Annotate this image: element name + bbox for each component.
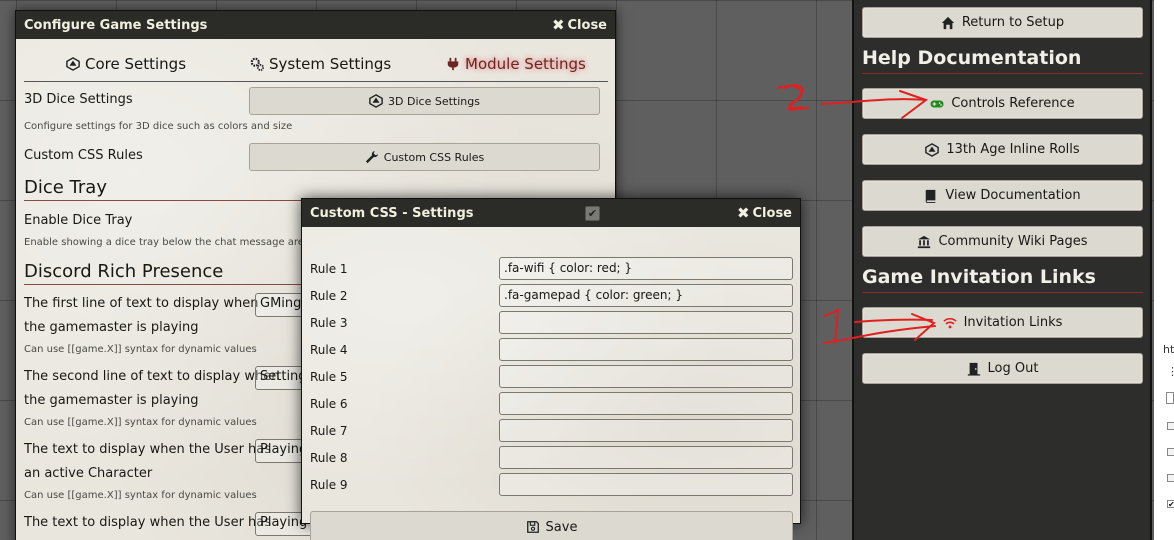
wifi-icon [942,316,957,330]
rule-label: Rule 9 [310,478,348,492]
custom-css-settings-dialog: Custom CSS - Settings ✖ Close ✔ Save Rul… [301,198,801,540]
rule-input[interactable] [499,392,793,415]
discord-character-label-cont: an active Character [24,466,153,481]
book-icon [924,189,938,203]
annotation-digit-2-stroke [784,84,809,112]
d20-icon [925,142,940,157]
annotation-number-1: 1 [0,0,1,1]
annotation-number-2: 2 [0,0,1,1]
rule-input[interactable] [499,365,793,388]
landmark-icon [917,235,931,249]
window-header: Configure Game Settings ✖ Close [16,11,615,39]
dice-3d-label: 3D Dice Settings [24,92,133,107]
devtools-more-icon[interactable]: ⋮ [1167,365,1174,378]
log-out-button[interactable]: Log Out [862,353,1143,384]
devtools-checkbox[interactable] [1167,474,1174,482]
close-icon: ✖ [736,203,750,222]
rule-label: Rule 2 [310,289,348,303]
help-documentation-heading: Help Documentation [862,47,1143,74]
tab-divider [24,81,608,82]
gamepad-icon [930,97,944,111]
devtools-panel-edge: ht ⋮ ✔ [1154,0,1174,540]
dialog-header: Custom CSS - Settings ✖ Close [302,199,800,227]
door-icon [967,362,981,376]
rule-input[interactable]: .fa-gamepad { color: green; } [499,284,793,307]
rule-label: Rule 1 [310,262,348,276]
game-invitation-links-heading: Game Invitation Links [862,266,1143,293]
rule-label: Rule 3 [310,316,348,330]
rule-label: Rule 7 [310,424,348,438]
devtools-checkbox[interactable] [1167,448,1174,456]
dialog-close-label: Close [752,205,792,221]
dialog-close-button[interactable]: ✖ Close [736,203,792,222]
tab-core-settings[interactable]: Core Settings [66,55,186,73]
rule-label: Rule 4 [310,343,348,357]
window-title: Configure Game Settings [24,17,208,33]
dice-3d-hint: Configure settings for 3D dice such as c… [24,121,293,132]
save-label: Save [545,519,578,535]
community-wiki-pages-button[interactable]: Community Wiki Pages [862,226,1143,257]
return-to-setup-button[interactable]: Return to Setup [862,7,1143,38]
custom-css-label: Custom CSS Rules [24,148,143,163]
discord-character-label: The text to display when the User has [24,442,272,457]
dice-3d-settings-button[interactable]: 3D Dice Settings [249,87,600,115]
close-icon: ✖ [551,15,565,34]
rule-input[interactable] [499,338,793,361]
discord-character-hint: Can use [[game.X]] syntax for dynamic va… [24,490,257,501]
controls-reference-button[interactable]: Controls Reference [862,88,1143,119]
dialog-title: Custom CSS - Settings [310,205,474,221]
discord-line2-label: The second line of text to display when [24,369,280,384]
rule-label: Rule 6 [310,397,348,411]
enable-dice-tray-label: Enable Dice Tray [24,213,133,228]
rule-label: Rule 5 [310,370,348,384]
custom-css-rules-button[interactable]: Custom CSS Rules [249,143,600,171]
tab-system-settings[interactable]: System Settings [250,55,391,73]
settings-sidebar: Return to Setup Help Documentation Contr… [852,0,1152,540]
wrench-icon [365,150,379,164]
save-icon [526,520,540,534]
discord-user-label: The text to display when the User has [24,515,272,530]
tab-module-settings[interactable]: Module Settings [446,55,586,73]
d20-icon [66,57,80,71]
home-icon [941,16,955,30]
rule-input[interactable] [499,311,793,334]
discord-line1-hint: Can use [[game.X]] syntax for dynamic va… [24,344,257,355]
d20-icon [369,94,383,108]
header-checkbox-icon: ✔ [585,206,600,221]
rule-input[interactable] [499,419,793,442]
invitation-links-button[interactable]: Invitation Links [862,307,1143,338]
devtools-text: ht [1163,343,1174,356]
view-documentation-button[interactable]: View Documentation [862,180,1143,211]
rule-input[interactable]: .fa-wifi { color: red; } [499,257,793,280]
dice-tray-hint: Enable showing a dice tray below the cha… [24,237,304,248]
plug-icon [446,57,460,71]
devtools-checkbox[interactable] [1167,422,1174,430]
close-label: Close [567,17,607,33]
discord-line2-label-cont: the gamemaster is playing [24,393,199,408]
13th-age-inline-rolls-button[interactable]: 13th Age Inline Rolls [862,134,1143,165]
discord-line1-label: The first line of text to display when [24,296,259,311]
close-button[interactable]: ✖ Close [551,15,607,34]
rule-input[interactable] [499,473,793,496]
discord-line1-label-cont: the gamemaster is playing [24,320,199,335]
rule-input[interactable] [499,446,793,469]
devtools-box-icon [1166,392,1174,404]
rule-label: Rule 8 [310,451,348,465]
discord-line2-hint: Can use [[game.X]] syntax for dynamic va… [24,417,257,428]
save-button[interactable]: Save [310,511,793,540]
cogs-icon [250,57,264,71]
devtools-checkbox-checked[interactable]: ✔ [1167,500,1174,509]
